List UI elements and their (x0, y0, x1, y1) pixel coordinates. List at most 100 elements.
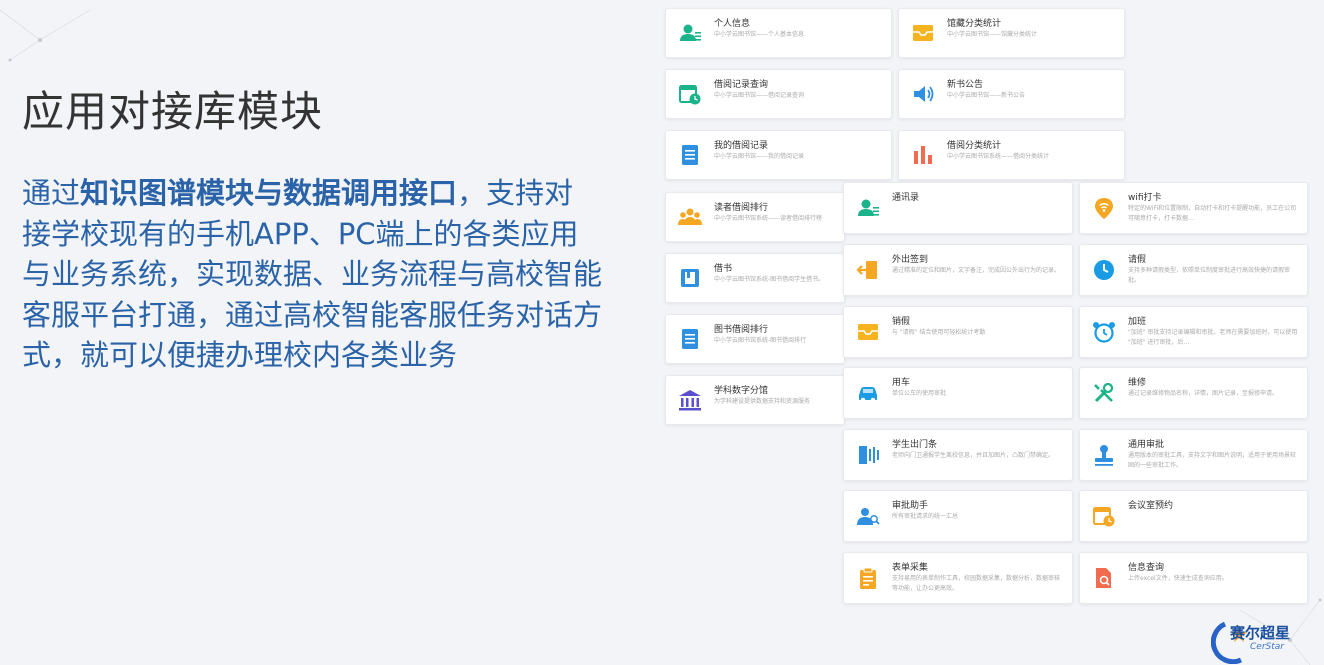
card-approval-assistant[interactable]: 审批助手所有审批请求的统一汇总 (843, 490, 1073, 542)
card-student-exit[interactable]: 学生出门条老师向门卫通报学生离校信息，并且加图片，凸数门禁确定。 (843, 429, 1073, 481)
card-form-collect[interactable]: 表单采集支持易用的表单制作工具，校园数据采集，数据分析，数据审核等功能，让办公更… (843, 552, 1073, 604)
card-overtime[interactable]: 加班 "加班" 审批支持记录编辑和审批。老师在需要加班时，可以使用 "加班" 进行… (1079, 306, 1308, 358)
bar-chart-icon (914, 146, 932, 164)
card-title: 个人信息 (714, 19, 751, 29)
card-subtitle: 中小学云图书馆系统——借阅分类统计 (947, 153, 1050, 160)
clipboard-icon (860, 567, 876, 589)
location-wifi-icon (1095, 198, 1113, 219)
door-icon (859, 446, 879, 464)
card-book-rank[interactable]: 图书借阅排行中小学云图书馆系统-图书借阅排行 (665, 314, 845, 364)
logo-text: 赛尔超星 (1230, 624, 1291, 642)
card-subtitle: 中小学云图书馆系统-图书借阅排行 (714, 337, 807, 344)
logo-english-text: CerStar (1250, 642, 1284, 652)
card-subtitle: 为学科建设提供数据支持和资源服务 (714, 398, 811, 405)
card-title: 加班 (1128, 317, 1147, 327)
card-title: 读者借阅排行 (714, 203, 769, 213)
card-title: 审批助手 (892, 501, 929, 511)
card-borrow-book[interactable]: 借书中小学云图书馆系统-图书借阅学生借书。 (665, 253, 845, 303)
stamp-icon (1095, 445, 1113, 466)
card-subtitle: 支持多种请假类型，依照单位制度审批进行高效快捷的请假审批。 (1128, 267, 1291, 284)
card-subtitle: 通过精准的定位和图片，文字备注，完成因公外出行为的记录。 (892, 267, 1061, 274)
calendar-clock-icon (1093, 507, 1115, 527)
exit-icon (856, 261, 877, 279)
card-subtitle: 老师向门卫通报学生离校信息，并且加图片，凸数门禁确定。 (892, 452, 1055, 459)
document-icon (682, 329, 698, 349)
card-title: 借书 (714, 264, 733, 274)
card-subtitle: 中小学云图书馆——馆藏分类统计 (947, 31, 1038, 38)
calendar-clock-icon (679, 85, 701, 105)
inbox-icon (913, 25, 933, 41)
card-subtitle: 中小学云图书馆——个人基本信息 (714, 31, 805, 38)
card-title: 学科数字分馆 (714, 386, 769, 396)
speaker-icon (914, 86, 934, 102)
card-title: 表单采集 (892, 563, 929, 573)
card-subject-digital[interactable]: 学科数字分馆为学科建设提供数据支持和资源服务 (665, 375, 845, 425)
card-reader-rank[interactable]: 读者借阅排行中小学云图书馆系统——读者借阅排行榜 (665, 192, 845, 242)
card-repair[interactable]: 维修通过记录维修物品名称，详情，图片记录，至报修申请。 (1079, 367, 1308, 419)
card-title: 通讯录 (892, 193, 920, 203)
card-borrow-stats[interactable]: 借阅分类统计中小学云图书馆系统——借阅分类统计 (898, 130, 1125, 180)
tools-icon (1094, 382, 1114, 403)
card-title: 销假 (892, 317, 911, 327)
card-subtitle: 所有审批请求的统一汇总 (892, 513, 959, 520)
card-meeting-booking[interactable]: 会议室预约 (1079, 490, 1308, 542)
card-personal-info[interactable]: 个人信息中小学云图书馆——个人基本信息 (665, 8, 892, 58)
card-subtitle: 中小学云图书馆——我的借阅记录 (714, 153, 805, 160)
card-new-books[interactable]: 新书公告中小学云图书馆——新书公告 (898, 69, 1125, 119)
card-subtitle: 中小学云图书馆系统——读者借阅排行榜 (714, 215, 823, 222)
card-subtitle: 上传excel文件，快速生成查询应用。 (1128, 575, 1228, 582)
card-subtitle: "加班" 审批支持记录编辑和审批。老师在需要加班时，可以使用 "加班" 进行审批… (1128, 329, 1298, 346)
card-subtitle: 中小学云图书馆——借阅记录查询 (714, 92, 805, 99)
search-doc-icon (1096, 568, 1112, 588)
card-info-query[interactable]: 信息查询上传excel文件，快速生成查询应用。 (1079, 552, 1308, 604)
card-title: wifi打卡 (1128, 193, 1162, 203)
user-card-icon (680, 24, 701, 41)
card-title: 图书借阅排行 (714, 325, 769, 335)
card-title: 借阅记录查询 (714, 80, 769, 90)
card-cancel-leave[interactable]: 销假与 "请假" 结合使用可轻松统计考勤 (843, 306, 1073, 358)
card-title: 外出签到 (892, 255, 929, 265)
card-title: 用车 (892, 378, 911, 388)
card-vehicle[interactable]: 用车单位公车的使用审批 (843, 367, 1073, 419)
desc-highlight: 知识图谱模块与数据调用接口 (80, 176, 458, 210)
card-title: 我的借阅记录 (714, 141, 769, 151)
car-icon (859, 387, 877, 403)
card-outing-sign[interactable]: 外出签到通过精准的定位和图片，文字备注，完成因公外出行为的记录。 (843, 244, 1073, 296)
card-title: 信息查询 (1128, 563, 1165, 573)
card-contacts[interactable]: 通讯录 (843, 182, 1073, 234)
card-collection-stats[interactable]: 馆藏分类统计中小学云图书馆——馆藏分类统计 (898, 8, 1125, 58)
card-subtitle: 与 "请假" 结合使用可轻松统计考勤 (892, 329, 986, 336)
card-borrow-query[interactable]: 借阅记录查询中小学云图书馆——借阅记录查询 (665, 69, 892, 119)
page-title: 应用对接库模块 (22, 87, 324, 136)
group-icon (678, 208, 702, 225)
card-title: 借阅分类统计 (947, 141, 1002, 151)
alarm-icon (1093, 322, 1115, 343)
card-subtitle: 中小学云图书馆——新书公告 (947, 92, 1026, 99)
bank-icon (679, 390, 701, 411)
book-icon (681, 269, 699, 287)
card-wifi-checkin[interactable]: wifi打卡特定的WiFi和位置限制，自动打卡和打卡提醒功能，员工在公司可随意打… (1079, 182, 1308, 234)
card-subtitle: 支持易用的表单制作工具，校园数据采集，数据分析，数据审核等功能，让办公更高效。 (892, 575, 1061, 592)
card-general-approval[interactable]: 通用审批通用版本的审批工具，支持文字和图片说明，适用于使用场景较固的一些审批工作… (1079, 429, 1308, 481)
card-subtitle: 通过记录维修物品名称，详情，图片记录，至报修申请。 (1128, 390, 1279, 397)
page-description: 通过知识图谱模块与数据调用接口，支持对接学校现有的手机APP、PC端上的各类应用… (22, 173, 602, 376)
clock-icon (1094, 260, 1114, 280)
inbox-icon (858, 324, 878, 340)
card-my-borrow[interactable]: 我的借阅记录中小学云图书馆——我的借阅记录 (665, 130, 892, 180)
card-title: 维修 (1128, 378, 1147, 388)
users-icon (857, 508, 880, 525)
card-subtitle: 中小学云图书馆系统-图书借阅学生借书。 (714, 276, 825, 283)
card-title: 会议室预约 (1128, 501, 1174, 511)
card-title: 请假 (1128, 255, 1147, 265)
desc-lead: 通过 (22, 176, 81, 210)
document-icon (682, 145, 698, 165)
card-subtitle: 单位公车的使用审批 (892, 390, 947, 397)
user-card-icon (858, 199, 879, 216)
card-title: 学生出门条 (892, 440, 938, 450)
card-subtitle: 通用版本的审批工具，支持文字和图片说明，适用于使用场景较固的一些审批工作。 (1128, 452, 1297, 469)
card-subtitle: 特定的WiFi和位置限制，自动打卡和打卡提醒功能，员工在公司可随意打卡，打卡数据… (1128, 205, 1297, 222)
card-title: 新书公告 (947, 80, 984, 90)
card-title: 馆藏分类统计 (947, 19, 1002, 29)
card-title: 通用审批 (1128, 440, 1165, 450)
card-leave[interactable]: 请假支持多种请假类型，依照单位制度审批进行高效快捷的请假审批。 (1079, 244, 1308, 296)
